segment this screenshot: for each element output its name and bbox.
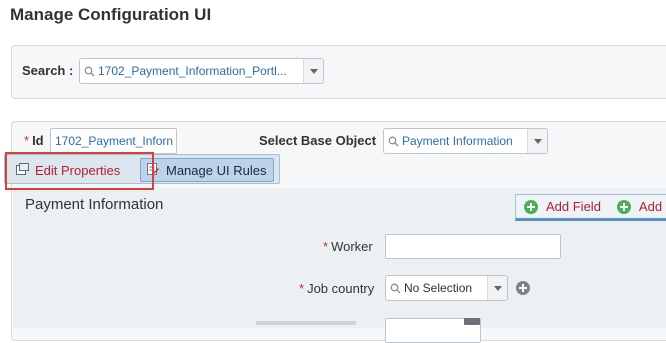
base-object-value: Payment Information [402,134,513,148]
chevron-down-icon[interactable] [487,276,507,300]
search-label: Search : [22,63,74,78]
worker-input[interactable] [385,234,561,259]
tab-manage-ui-rules[interactable]: Manage UI Rules [140,158,274,182]
chevron-down-icon[interactable] [527,129,547,153]
job-country-select[interactable]: No Selection [385,275,508,301]
calendar-icon[interactable] [464,318,480,325]
tab-label: Manage UI Rules [166,162,267,178]
job-country-label: * Job country [299,281,375,296]
search-combobox[interactable]: 1702_Payment_Information_Portl... [79,58,324,84]
add-icon [616,199,631,214]
rules-icon [146,162,160,179]
tab-edit-properties[interactable]: Edit Properties [10,158,140,182]
add-circle-icon[interactable] [516,281,530,295]
add-field-button[interactable]: Add Field [524,199,601,214]
id-field[interactable]: 1702_Payment_Inforn [50,128,177,154]
base-object-select[interactable]: Payment Information [383,128,548,154]
search-icon [80,66,98,77]
base-object-label: Select Base Object [259,133,377,148]
page-title: Manage Configuration UI [10,5,212,24]
edit-properties-icon [16,162,29,178]
search-value: 1702_Payment_Information_Portl... [98,64,287,78]
tab-label: Edit Properties [35,162,121,178]
job-country-value: No Selection [404,281,473,295]
truncated-field-label [256,321,356,325]
worker-label: * Worker [323,239,373,254]
id-label: * Id [24,133,44,148]
section-toolbar: Add Field Add [515,194,666,221]
chevron-down-icon[interactable] [303,59,323,83]
search-icon [384,136,402,147]
search-icon [386,283,404,294]
add-button[interactable]: Add [616,199,662,214]
add-icon [524,199,538,214]
required-marker: * [24,133,30,148]
section-title: Payment Information [25,196,164,213]
required-marker: * [323,239,329,254]
required-marker: * [299,281,305,296]
